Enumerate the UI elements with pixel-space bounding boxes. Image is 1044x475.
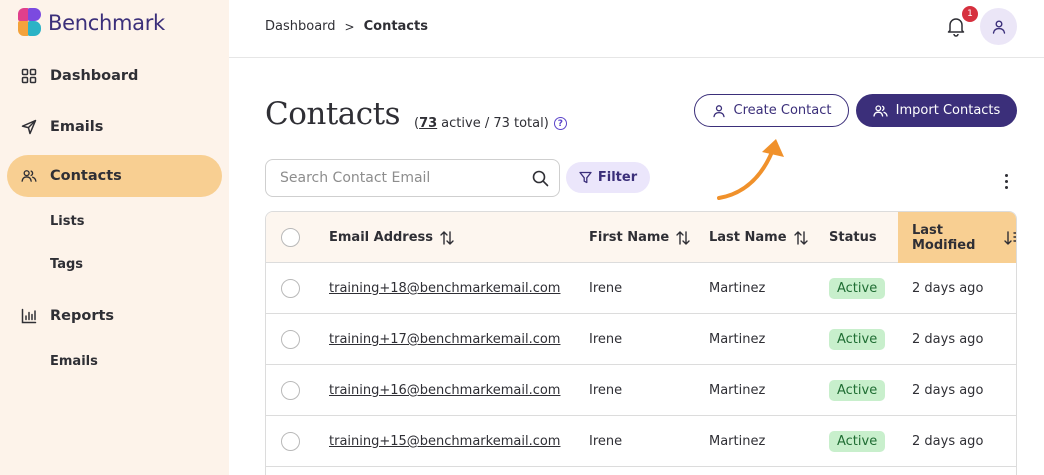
contact-email-link[interactable]: training+18@benchmarkemail.com	[329, 263, 560, 314]
sidebar-subitem-tags[interactable]: Tags	[50, 257, 83, 272]
search-input[interactable]	[280, 160, 530, 196]
row-checkbox[interactable]	[281, 330, 300, 349]
last-modified-cell: 2 days ago	[912, 281, 984, 296]
sidebar-item-reports[interactable]: Reports	[7, 295, 222, 337]
column-header-label: Last Name	[709, 230, 787, 245]
last-name-cell: Martinez	[709, 332, 766, 347]
more-options-icon[interactable]	[998, 170, 1014, 192]
counts-text: active / 73 total)	[441, 116, 549, 131]
user-icon	[712, 104, 726, 118]
column-header-label: Status	[829, 230, 877, 245]
brand-logo[interactable]: Benchmark	[18, 8, 165, 38]
last-modified-cell: 2 days ago	[912, 434, 984, 449]
status-badge: Active	[829, 278, 886, 299]
contact-email-link[interactable]: training+15@benchmarkemail.com	[329, 416, 560, 467]
users-icon	[873, 104, 888, 118]
sidebar-subitem-lists[interactable]: Lists	[50, 214, 84, 229]
top-bar: Dashboard > Contacts 1	[229, 0, 1044, 58]
create-contact-label: Create Contact	[733, 103, 832, 118]
column-header-first-name[interactable]: First Name	[589, 212, 691, 263]
first-name-cell: Irene	[589, 434, 623, 449]
column-header-label: Last Modified	[912, 222, 976, 253]
last-modified-cell: 2 days ago	[912, 332, 984, 347]
status-badge: Active	[829, 431, 886, 452]
contact-email-link[interactable]: training+17@benchmarkemail.com	[329, 314, 560, 365]
column-header-email[interactable]: Email Address	[329, 212, 455, 263]
last-name-cell: Martinez	[709, 434, 766, 449]
import-contacts-label: Import Contacts	[895, 103, 1001, 118]
table-header: Email Address First Name Last Name Statu…	[266, 212, 1016, 263]
sidebar-item-contacts[interactable]: Contacts	[7, 155, 222, 197]
column-header-status[interactable]: Status	[829, 212, 877, 263]
filter-label: Filter	[597, 170, 638, 185]
breadcrumb-separator: >	[344, 19, 355, 34]
sidebar-subitem-report-emails[interactable]: Emails	[50, 354, 98, 369]
avatar[interactable]	[980, 8, 1017, 45]
sort-icon	[793, 230, 809, 246]
benchmark-logo-icon	[18, 8, 42, 38]
first-name-cell: Irene	[589, 383, 623, 398]
sidebar: Benchmark Dashboard Emails Contacts List…	[0, 0, 229, 475]
filter-icon	[579, 171, 592, 184]
breadcrumb-dashboard-link[interactable]: Dashboard	[265, 19, 336, 34]
row-checkbox[interactable]	[281, 432, 300, 451]
sidebar-item-dashboard[interactable]: Dashboard	[7, 55, 222, 97]
search-icon[interactable]	[532, 170, 549, 191]
last-name-cell: Martinez	[709, 383, 766, 398]
table-row[interactable]: training+16@benchmarkemail.com Irene Mar…	[266, 365, 1016, 416]
sidebar-item-label: Contacts	[50, 168, 122, 184]
send-icon	[21, 119, 37, 135]
grid-icon	[21, 68, 37, 84]
sort-icon	[675, 230, 691, 246]
breadcrumb-current: Contacts	[363, 19, 428, 34]
sidebar-item-label: Emails	[50, 119, 104, 135]
page-title: Contacts	[265, 96, 401, 132]
annotation-arrow-icon	[717, 139, 784, 200]
sidebar-item-label: Reports	[50, 308, 115, 324]
first-name-cell: Irene	[589, 332, 623, 347]
brand-name: Benchmark	[48, 11, 165, 35]
sidebar-item-emails[interactable]: Emails	[7, 106, 222, 148]
column-header-label: Email Address	[329, 230, 434, 245]
row-checkbox[interactable]	[281, 381, 300, 400]
table-row[interactable]: training+18@benchmarkemail.com Irene Mar…	[266, 263, 1016, 314]
status-badge: Active	[829, 329, 886, 350]
table-row[interactable]: training+17@benchmarkemail.com Irene Mar…	[266, 314, 1016, 365]
table-row[interactable]: training+15@benchmarkemail.com Irene Mar…	[266, 416, 1016, 467]
first-name-cell: Irene	[589, 281, 623, 296]
users-icon	[21, 168, 37, 184]
row-checkbox[interactable]	[281, 279, 300, 298]
last-name-cell: Martinez	[709, 281, 766, 296]
select-all-checkbox[interactable]	[281, 228, 300, 247]
filter-button[interactable]: Filter	[566, 162, 650, 193]
import-contacts-button[interactable]: Import Contacts	[856, 94, 1017, 127]
column-header-label: First Name	[589, 230, 670, 245]
column-header-last-modified[interactable]: Last Modified	[898, 212, 1016, 263]
notification-badge: 1	[962, 6, 978, 22]
create-contact-button[interactable]: Create Contact	[694, 94, 849, 127]
search-box	[265, 159, 560, 197]
contacts-table: Email Address First Name Last Name Statu…	[265, 211, 1017, 475]
active-count-link[interactable]: 73	[419, 116, 437, 131]
bar-chart-icon	[21, 308, 37, 324]
status-badge: Active	[829, 380, 886, 401]
column-header-last-name[interactable]: Last Name	[709, 212, 809, 263]
sort-descending-icon	[1004, 230, 1016, 246]
contact-email-link[interactable]: training+16@benchmarkemail.com	[329, 365, 560, 416]
contact-counts: ( 73 active / 73 total) ?	[414, 116, 567, 131]
sort-icon	[439, 230, 455, 246]
user-icon	[992, 20, 1005, 34]
last-modified-cell: 2 days ago	[912, 383, 984, 398]
breadcrumb: Dashboard > Contacts	[265, 19, 428, 34]
help-icon[interactable]: ?	[553, 117, 567, 130]
sidebar-item-label: Dashboard	[50, 68, 139, 84]
